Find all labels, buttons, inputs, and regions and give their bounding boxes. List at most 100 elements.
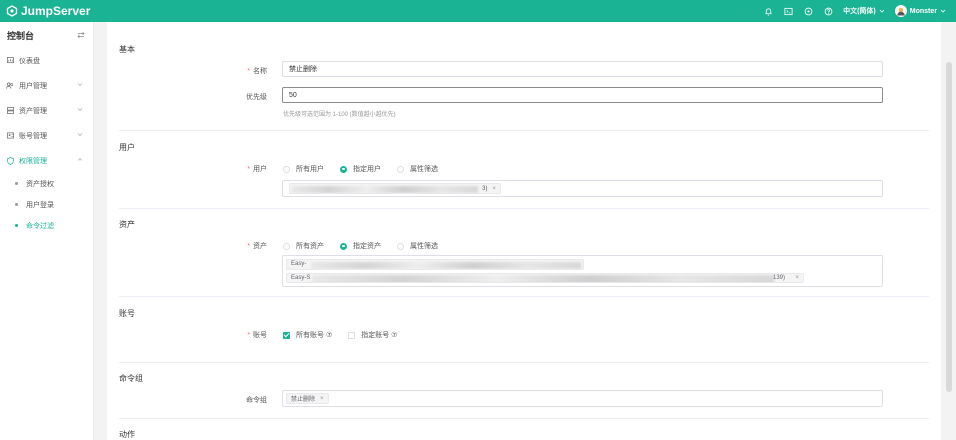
section-title-assets: 资产 (119, 220, 135, 229)
section-title-command-group: 命令组 (119, 374, 143, 383)
sidebar-item-dashboard[interactable]: 仪表盘 (0, 48, 93, 73)
chevron-down-icon (940, 9, 946, 13)
bell-icon[interactable] (763, 6, 773, 16)
chevron-down-icon (879, 9, 885, 13)
radio-label: 所有用户 (296, 166, 324, 173)
globe-icon[interactable] (803, 6, 813, 16)
collapse-toggle-icon[interactable] (77, 31, 85, 39)
section-divider (119, 418, 929, 419)
assets-label: * 资产 (107, 241, 267, 251)
selected-asset-tag[interactable]: Easy- (286, 259, 584, 270)
chevron-down-icon (77, 83, 83, 86)
chevron-up-icon (77, 158, 83, 161)
tag-label: 3) (482, 185, 488, 192)
radio-all-assets[interactable]: 所有资产 (283, 241, 324, 251)
accounts-label: * 账号 (107, 330, 267, 340)
bullet-icon (15, 224, 18, 227)
sidebar-header: 控制台 (0, 22, 93, 48)
redacted-area (292, 186, 478, 193)
priority-input[interactable]: 50 (282, 87, 883, 103)
close-icon[interactable]: × (320, 396, 324, 402)
radio-circle (283, 242, 290, 250)
chevron-down-icon (77, 108, 83, 111)
radio-label: 属性筛选 (410, 243, 438, 250)
close-icon[interactable]: × (492, 186, 496, 192)
radio-circle (397, 165, 404, 173)
sidebar-title: 控制台 (7, 30, 35, 41)
user-name: Monster (909, 7, 937, 15)
close-icon[interactable]: × (795, 275, 799, 281)
main-form-panel: 基本 * 名称 禁止删除 优先级 50 优先级可选范围为 1-100 (数值越小越… (107, 22, 941, 440)
command-group-select[interactable]: 禁止删除 × (282, 390, 883, 407)
assets-label-text: 资产 (253, 243, 267, 250)
selected-command-group-tag[interactable]: 禁止删除 × (286, 393, 329, 404)
accounts-checkbox-group: 所有账号 ⑦ 指定账号 ⑦ (283, 330, 413, 340)
radio-all-users[interactable]: 所有用户 (283, 164, 324, 174)
sidebar-item-permissions[interactable]: 权限管理 (0, 148, 93, 173)
name-input[interactable]: 禁止删除 (282, 61, 883, 77)
radio-label: 属性筛选 (410, 166, 438, 173)
checkbox-specified-accounts[interactable]: 指定账号 ⑦ (348, 330, 397, 340)
sidebar-item-users[interactable]: 用户管理 (0, 73, 93, 98)
sidebar-subitem-label: 用户登录 (26, 201, 54, 209)
help-icon[interactable] (823, 6, 833, 16)
sidebar-item-label: 用户管理 (19, 82, 47, 90)
assets-radio-group: 所有资产 指定资产 属性筛选 (283, 241, 454, 251)
radio-circle (283, 165, 290, 173)
sidebar: 控制台 仪表盘 用户管理 资产管理 账号管理 权限管理 资产授权 用户登录 命令… (0, 22, 94, 440)
accounts-icon (6, 132, 14, 140)
section-divider (119, 130, 929, 131)
required-mark: * (247, 243, 250, 250)
users-radio-group: 所有用户 指定用户 属性筛选 (283, 164, 454, 174)
radio-attribute-filter-users[interactable]: 属性筛选 (397, 164, 438, 174)
required-mark: * (247, 68, 250, 75)
radio-attribute-filter-assets[interactable]: 属性筛选 (397, 241, 438, 251)
sidebar-subitem-user-login[interactable]: 用户登录 (0, 194, 93, 215)
checkbox-label: 所有账号 ⑦ (296, 332, 333, 339)
user-menu[interactable]: Monster (894, 5, 946, 17)
scrollbar[interactable] (942, 22, 956, 440)
radio-circle (340, 242, 347, 250)
sidebar-item-label: 账号管理 (19, 132, 47, 140)
sidebar-subitem-command-filter[interactable]: 命令过滤 (0, 215, 93, 236)
section-title-basic: 基本 (119, 45, 135, 54)
radio-circle (340, 165, 347, 173)
users-select[interactable]: 3) × (282, 180, 883, 197)
language-label: 中文(简体) (843, 8, 876, 15)
name-label: * 名称 (107, 66, 267, 76)
radio-specified-assets[interactable]: 指定资产 (340, 241, 381, 251)
terminal-icon[interactable] (783, 6, 793, 16)
users-label-text: 用户 (253, 166, 267, 173)
selected-user-tag[interactable]: 3) × (289, 183, 501, 194)
brand-logo[interactable]: JumpServer (6, 4, 90, 18)
required-mark: * (247, 166, 250, 173)
assets-select[interactable]: Easy- Easy-S 139) × (282, 255, 883, 287)
radio-label: 指定资产 (353, 243, 381, 250)
checkbox-box (348, 331, 356, 339)
sidebar-item-assets[interactable]: 资产管理 (0, 98, 93, 123)
language-switcher[interactable]: 中文(简体) (843, 6, 885, 16)
section-divider (119, 362, 929, 363)
selected-asset-tag[interactable]: Easy-S 139) × (286, 272, 804, 283)
sidebar-item-label: 资产管理 (19, 107, 47, 115)
tag-label: Easy-S (291, 274, 311, 281)
sidebar-subitem-asset-permission[interactable]: 资产授权 (0, 173, 93, 194)
tag-label: Easy- (291, 261, 307, 268)
users-label: * 用户 (107, 164, 267, 174)
radio-circle (397, 242, 404, 250)
radio-specified-users[interactable]: 指定用户 (340, 164, 381, 174)
scrollbar-thumb[interactable] (946, 62, 952, 392)
checkbox-all-accounts[interactable]: 所有账号 ⑦ (283, 330, 332, 340)
redacted-area (312, 274, 774, 283)
accounts-label-text: 账号 (253, 332, 267, 339)
tag-label: 禁止删除 (291, 397, 316, 403)
sidebar-item-accounts[interactable]: 账号管理 (0, 123, 93, 148)
tag-label: 139) (772, 274, 785, 281)
section-title-users: 用户 (119, 143, 135, 152)
section-divider (119, 296, 929, 297)
brand-name: JumpServer (21, 4, 91, 18)
bullet-icon (15, 182, 18, 185)
command-group-label: 命令组 (107, 395, 267, 405)
shield-icon (6, 156, 14, 165)
required-mark: * (247, 332, 250, 339)
